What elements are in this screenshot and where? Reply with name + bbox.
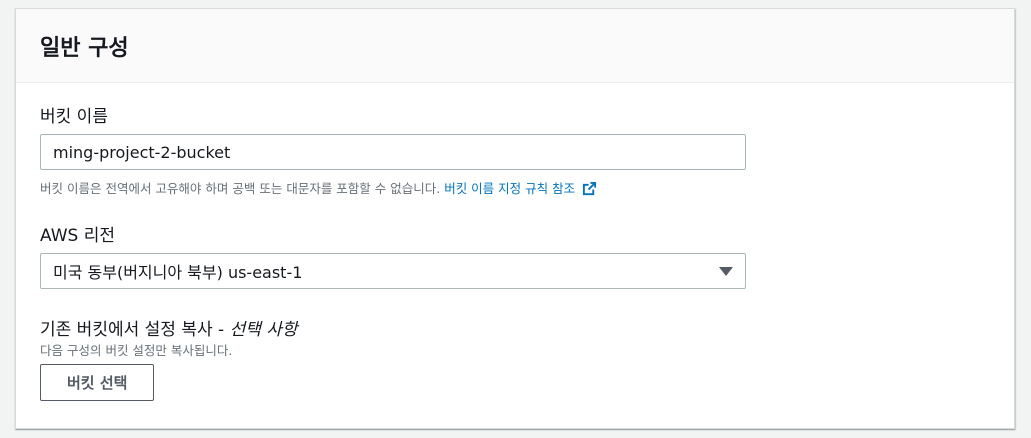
bucket-name-label: 버킷 이름 bbox=[40, 107, 108, 127]
choose-bucket-button[interactable]: 버킷 선택 bbox=[40, 364, 155, 401]
copy-settings-description: 다음 구성의 버킷 설정만 복사됩니다. bbox=[40, 343, 233, 358]
bucket-naming-rules-link-text: 버킷 이름 지정 규칙 참조 bbox=[444, 181, 576, 196]
bucket-name-hint: 버킷 이름은 전역에서 고유해야 하며 공백 또는 대문자를 포함할 수 없습니… bbox=[40, 178, 597, 197]
aws-region-select[interactable]: 미국 동부(버지니아 북부) us-east-1 bbox=[40, 253, 746, 289]
bucket-naming-rules-link[interactable]: 버킷 이름 지정 규칙 참조 bbox=[444, 181, 597, 196]
bucket-name-input[interactable]: ming-project-2-bucket bbox=[40, 134, 746, 170]
bucket-name-value: ming-project-2-bucket bbox=[53, 142, 231, 162]
external-link-icon bbox=[583, 181, 597, 196]
panel-title: 일반 구성 bbox=[40, 35, 129, 61]
optional-tag: 선택 사항 bbox=[229, 320, 298, 340]
panel-header: 일반 구성 bbox=[16, 9, 1014, 83]
copy-settings-label: 기존 버킷에서 설정 복사 - 선택 사항 bbox=[40, 315, 298, 340]
aws-region-selected-value: 미국 동부(버지니아 북부) us-east-1 bbox=[53, 263, 303, 282]
aws-region-label: AWS 리전 bbox=[40, 226, 115, 246]
copy-settings-label-text: 기존 버킷에서 설정 복사 - bbox=[40, 320, 230, 340]
caret-down-icon bbox=[719, 266, 733, 276]
bucket-name-hint-text: 버킷 이름은 전역에서 고유해야 하며 공백 또는 대문자를 포함할 수 없습니… bbox=[40, 181, 441, 196]
general-configuration-panel: 일반 구성 버킷 이름 ming-project-2-bucket 버킷 이름은… bbox=[15, 8, 1015, 429]
